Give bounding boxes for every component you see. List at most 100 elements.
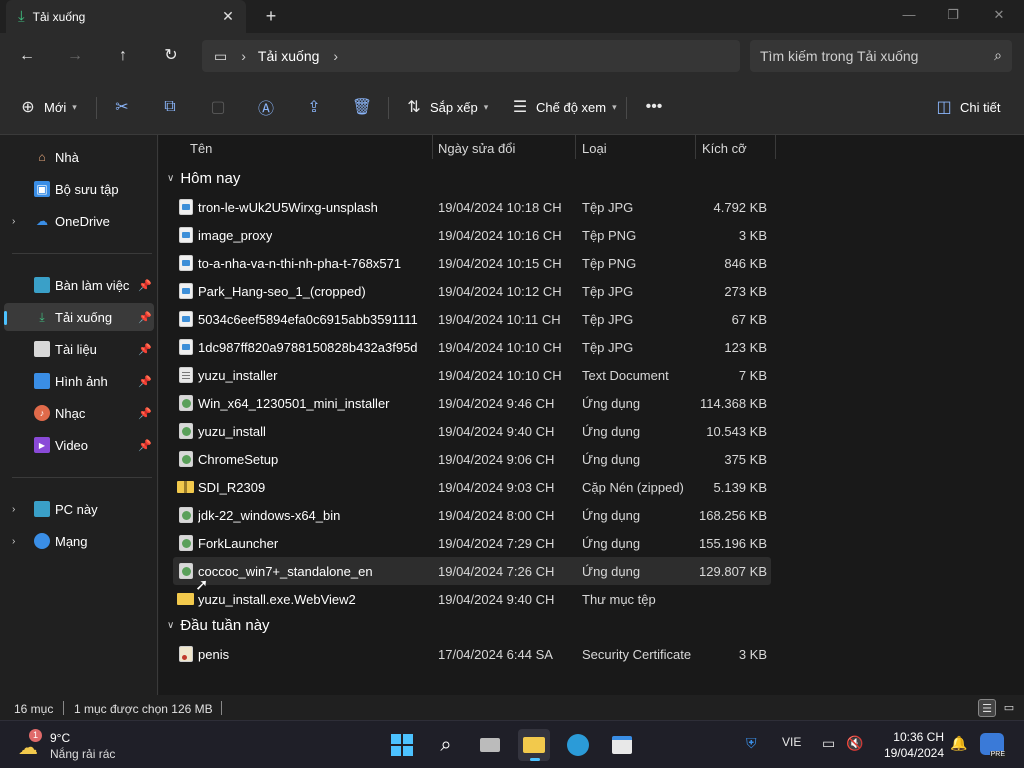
tab-downloads[interactable]: ⤓ Tải xuống ✕ [6,0,246,33]
edge-app[interactable] [562,729,594,761]
column-divider[interactable] [432,135,433,159]
file-explorer-app[interactable] [518,729,550,761]
breadcrumb-downloads[interactable]: Tải xuống [258,48,319,64]
back-button[interactable]: ← [16,45,38,67]
file-date: 17/04/2024 6:44 SA [438,647,553,662]
large-icons-view-button[interactable]: ▭ [1000,699,1018,717]
file-jpg-icon [179,311,193,327]
file-row[interactable]: ChromeSetup 19/04/2024 9:06 CH Ứng dụng 375… [173,445,771,473]
column-divider[interactable] [775,135,776,159]
delete-button[interactable]: 🗑 [352,96,372,118]
column-header-name[interactable]: Tên [190,135,212,161]
network-icon[interactable]: ▭ [822,735,835,752]
notification-bell-icon[interactable]: 🔔 [950,735,967,752]
file-row[interactable]: to-a-nha-va-n-thi-nh-pha-t-768x571 19/04/… [173,249,771,277]
close-window-button[interactable]: ✕ [984,4,1014,26]
cut-button[interactable]: ✂ [112,96,132,118]
group-header-early-week[interactable]: ∨ Đầu tuần này [167,613,270,637]
details-label: Chi tiết [960,99,1001,115]
sidebar-item-network[interactable]: › Mạng [4,527,154,555]
sidebar-item-onedrive[interactable]: › ☁ OneDrive [4,207,154,235]
column-header-size[interactable]: Kích cỡ [702,135,747,161]
clock[interactable]: 10:36 CH 19/04/2024 [876,729,944,761]
view-button[interactable]: ☰ Chế độ xem ▾ [510,96,617,118]
chevron-right-icon[interactable]: › [12,536,15,547]
sidebar-item-home[interactable]: ⌂ Nhà [4,143,154,171]
file-row[interactable]: ForkLauncher 19/04/2024 7:29 CH Ứng dụng 15… [173,529,771,557]
file-name: 1dc987ff820a9788150828b432a3f95d [198,340,418,355]
chevron-right-icon[interactable]: › [12,216,15,227]
file-row[interactable]: image_proxy 19/04/2024 10:16 CH Tệp PNG 3 K… [173,221,771,249]
sidebar-item-music[interactable]: ♪ Nhạc 📌 [4,399,154,427]
paste-button[interactable]: ▢ [208,96,228,118]
sidebar-item-documents[interactable]: Tài liệu 📌 [4,335,154,363]
file-row[interactable]: yuzu_installer 19/04/2024 10:10 CH Text Do… [173,361,771,389]
details-button[interactable]: ◫ Chi tiết [934,96,1000,118]
file-name: 5034c6eef5894efa0c6915abb3591111 [198,312,418,327]
store-app[interactable] [606,729,638,761]
group-header-today[interactable]: ∨ Hôm nay [167,166,240,190]
column-header-type[interactable]: Loại [582,135,607,161]
share-icon: ⇪ [307,99,321,116]
maximize-button[interactable]: ❐ [938,4,968,26]
file-app-icon [179,563,193,579]
column-divider[interactable] [575,135,576,159]
view-label: Chế độ xem [536,99,607,115]
copy-button[interactable]: ⧉ [160,96,180,118]
search-input[interactable] [760,48,980,64]
new-tab-button[interactable]: + [262,6,280,26]
chevron-right-icon[interactable]: › [241,48,246,64]
file-row[interactable]: 1dc987ff820a9788150828b432a3f95d 19/04/20… [173,333,771,361]
language-indicator[interactable]: VIE [782,735,801,749]
file-jpg-icon [179,255,193,271]
search-icon[interactable]: ⌕ [994,47,1002,64]
new-button[interactable]: ⊕ Mới ▾ [18,96,76,118]
column-header-date[interactable]: Ngày sửa đổi [438,135,515,161]
file-row[interactable]: penis 17/04/2024 6:44 SA Security Certific… [173,640,771,668]
sidebar-item-this-pc[interactable]: › PC này [4,495,154,523]
file-app-icon [179,451,193,467]
defender-icon[interactable]: ⛨ [746,735,757,752]
task-view-icon [480,738,500,752]
file-row[interactable]: 5034c6eef5894efa0c6915abb3591111 19/04/20… [173,305,771,333]
file-row[interactable]: SDI_R2309 19/04/2024 9:03 CH Cặp Nén (zipp… [173,473,771,501]
file-row[interactable]: jdk-22_windows-x64_bin 19/04/2024 8:00 CH… [173,501,771,529]
chevron-right-icon[interactable]: › [333,48,338,64]
copilot-button[interactable]: PRE [980,733,1006,758]
sidebar-item-video[interactable]: ▶ Video 📌 [4,431,154,459]
file-row[interactable]: tron-le-wUk2U5Wirxg-unsplash 19/04/2024 1… [173,193,771,221]
search-button[interactable]: ⌕ [430,729,462,761]
file-row[interactable]: Win_x64_1230501_mini_installer 19/04/2024… [173,389,771,417]
volume-muted-icon[interactable]: 🔇 [846,735,863,752]
address-bar[interactable]: ▭ › Tải xuống › [202,40,740,72]
more-options-button[interactable]: ••• [644,96,664,118]
divider [626,97,627,119]
sidebar-item-desktop[interactable]: Bàn làm việc 📌 [4,271,154,299]
file-size: 846 KB [724,256,767,271]
start-button[interactable] [386,729,418,761]
file-app-icon [179,535,193,551]
sidebar-item-pictures[interactable]: Hình ảnh 📌 [4,367,154,395]
file-row[interactable]: coccoc_win7+_standalone_en 19/04/2024 7:2… [173,557,771,585]
weather-widget[interactable]: ☁ 1 9°C Nắng rải rác [16,729,136,763]
up-button[interactable]: ↑ [112,45,134,67]
sort-button[interactable]: ⇅ Sắp xếp ▾ [404,96,488,118]
divider [388,97,389,119]
sidebar-item-gallery[interactable]: ▣ Bộ sưu tập [4,175,154,203]
close-tab-button[interactable]: ✕ [220,8,236,24]
rename-button[interactable]: Ⓐ [256,96,276,118]
file-row[interactable]: Park_Hang-seo_1_(cropped) 19/04/2024 10:1… [173,277,771,305]
share-button[interactable]: ⇪ [304,96,324,118]
search-box[interactable]: ⌕ [750,40,1012,72]
clock-time: 10:36 CH [893,730,944,744]
forward-button[interactable]: → [64,45,86,67]
file-row[interactable]: yuzu_install.exe.WebView2 19/04/2024 9:40… [173,585,771,613]
minimize-button[interactable]: — [894,4,924,26]
file-row[interactable]: yuzu_install 19/04/2024 9:40 CH Ứng dụng 10… [173,417,771,445]
task-view-button[interactable] [474,729,506,761]
refresh-button[interactable]: ↻ [160,45,182,67]
sidebar-item-downloads[interactable]: ⤓ Tải xuống 📌 [4,303,154,331]
column-divider[interactable] [695,135,696,159]
chevron-right-icon[interactable]: › [12,504,15,515]
details-view-button[interactable]: ☰ [978,699,996,717]
